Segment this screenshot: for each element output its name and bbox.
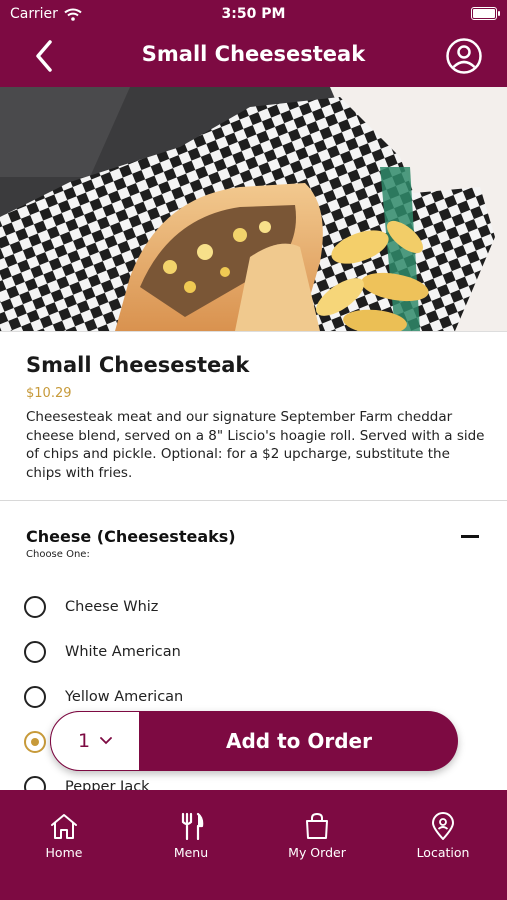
map-pin-icon [432, 812, 454, 840]
tab-menu[interactable]: Menu [141, 812, 241, 860]
chevron-down-icon [100, 737, 112, 745]
option-white-american[interactable]: White American [24, 639, 181, 665]
tab-label: Menu [173, 845, 209, 860]
radio-button[interactable] [24, 641, 46, 663]
status-bar: Carrier 3:50 PM [0, 0, 507, 28]
option-yellow-american[interactable]: Yellow American [24, 684, 183, 710]
radio-button[interactable] [24, 686, 46, 708]
add-to-order-button[interactable]: Add to Order [140, 711, 458, 771]
profile-button[interactable] [445, 37, 483, 75]
add-to-order-bar: 1 Add to Order [50, 711, 458, 771]
tab-my-order[interactable]: My Order [267, 812, 367, 860]
item-photo [0, 87, 507, 331]
tab-label: Location [416, 845, 470, 860]
modifier-group-subtitle: Choose One: [26, 549, 90, 560]
modifier-group-title: Cheese (Cheesesteaks) [26, 527, 236, 546]
option-cheese-whiz[interactable]: Cheese Whiz [24, 594, 158, 620]
collapse-minus-icon[interactable] [461, 535, 479, 538]
radio-button[interactable] [24, 596, 46, 618]
tab-label: Home [45, 845, 83, 860]
clock: 3:50 PM [221, 6, 286, 22]
item-description: Cheesesteak meat and our signature Septe… [26, 409, 485, 481]
quantity-selector[interactable]: 1 [50, 711, 140, 771]
bottom-tab-bar: Home Menu My Order Location [0, 790, 507, 900]
option-label: Yellow American [65, 689, 184, 705]
home-icon [51, 814, 77, 839]
item-price: $10.29 [26, 386, 72, 401]
option-label: White American [65, 644, 181, 660]
tab-location[interactable]: Location [393, 812, 493, 860]
back-button[interactable] [26, 38, 62, 74]
user-circle-icon [446, 38, 482, 74]
tab-home[interactable]: Home [14, 812, 114, 860]
item-name: Small Cheesesteak [26, 353, 250, 377]
battery-icon [471, 7, 500, 20]
option-label: Cheese Whiz [65, 599, 159, 615]
chevron-left-icon [36, 40, 52, 72]
radio-button-selected[interactable] [24, 731, 46, 753]
item-details: Small Cheesesteak $10.29 Cheesesteak mea… [0, 331, 507, 481]
shopping-bag-icon [306, 812, 328, 839]
tab-label: My Order [288, 845, 346, 860]
section-divider [0, 500, 507, 501]
app-header: Carrier 3:50 PM Small Cheesesteak [0, 0, 507, 87]
quantity-value: 1 [77, 730, 91, 752]
page-title: Small Cheesesteak [141, 42, 366, 66]
fork-knife-icon [181, 812, 204, 840]
